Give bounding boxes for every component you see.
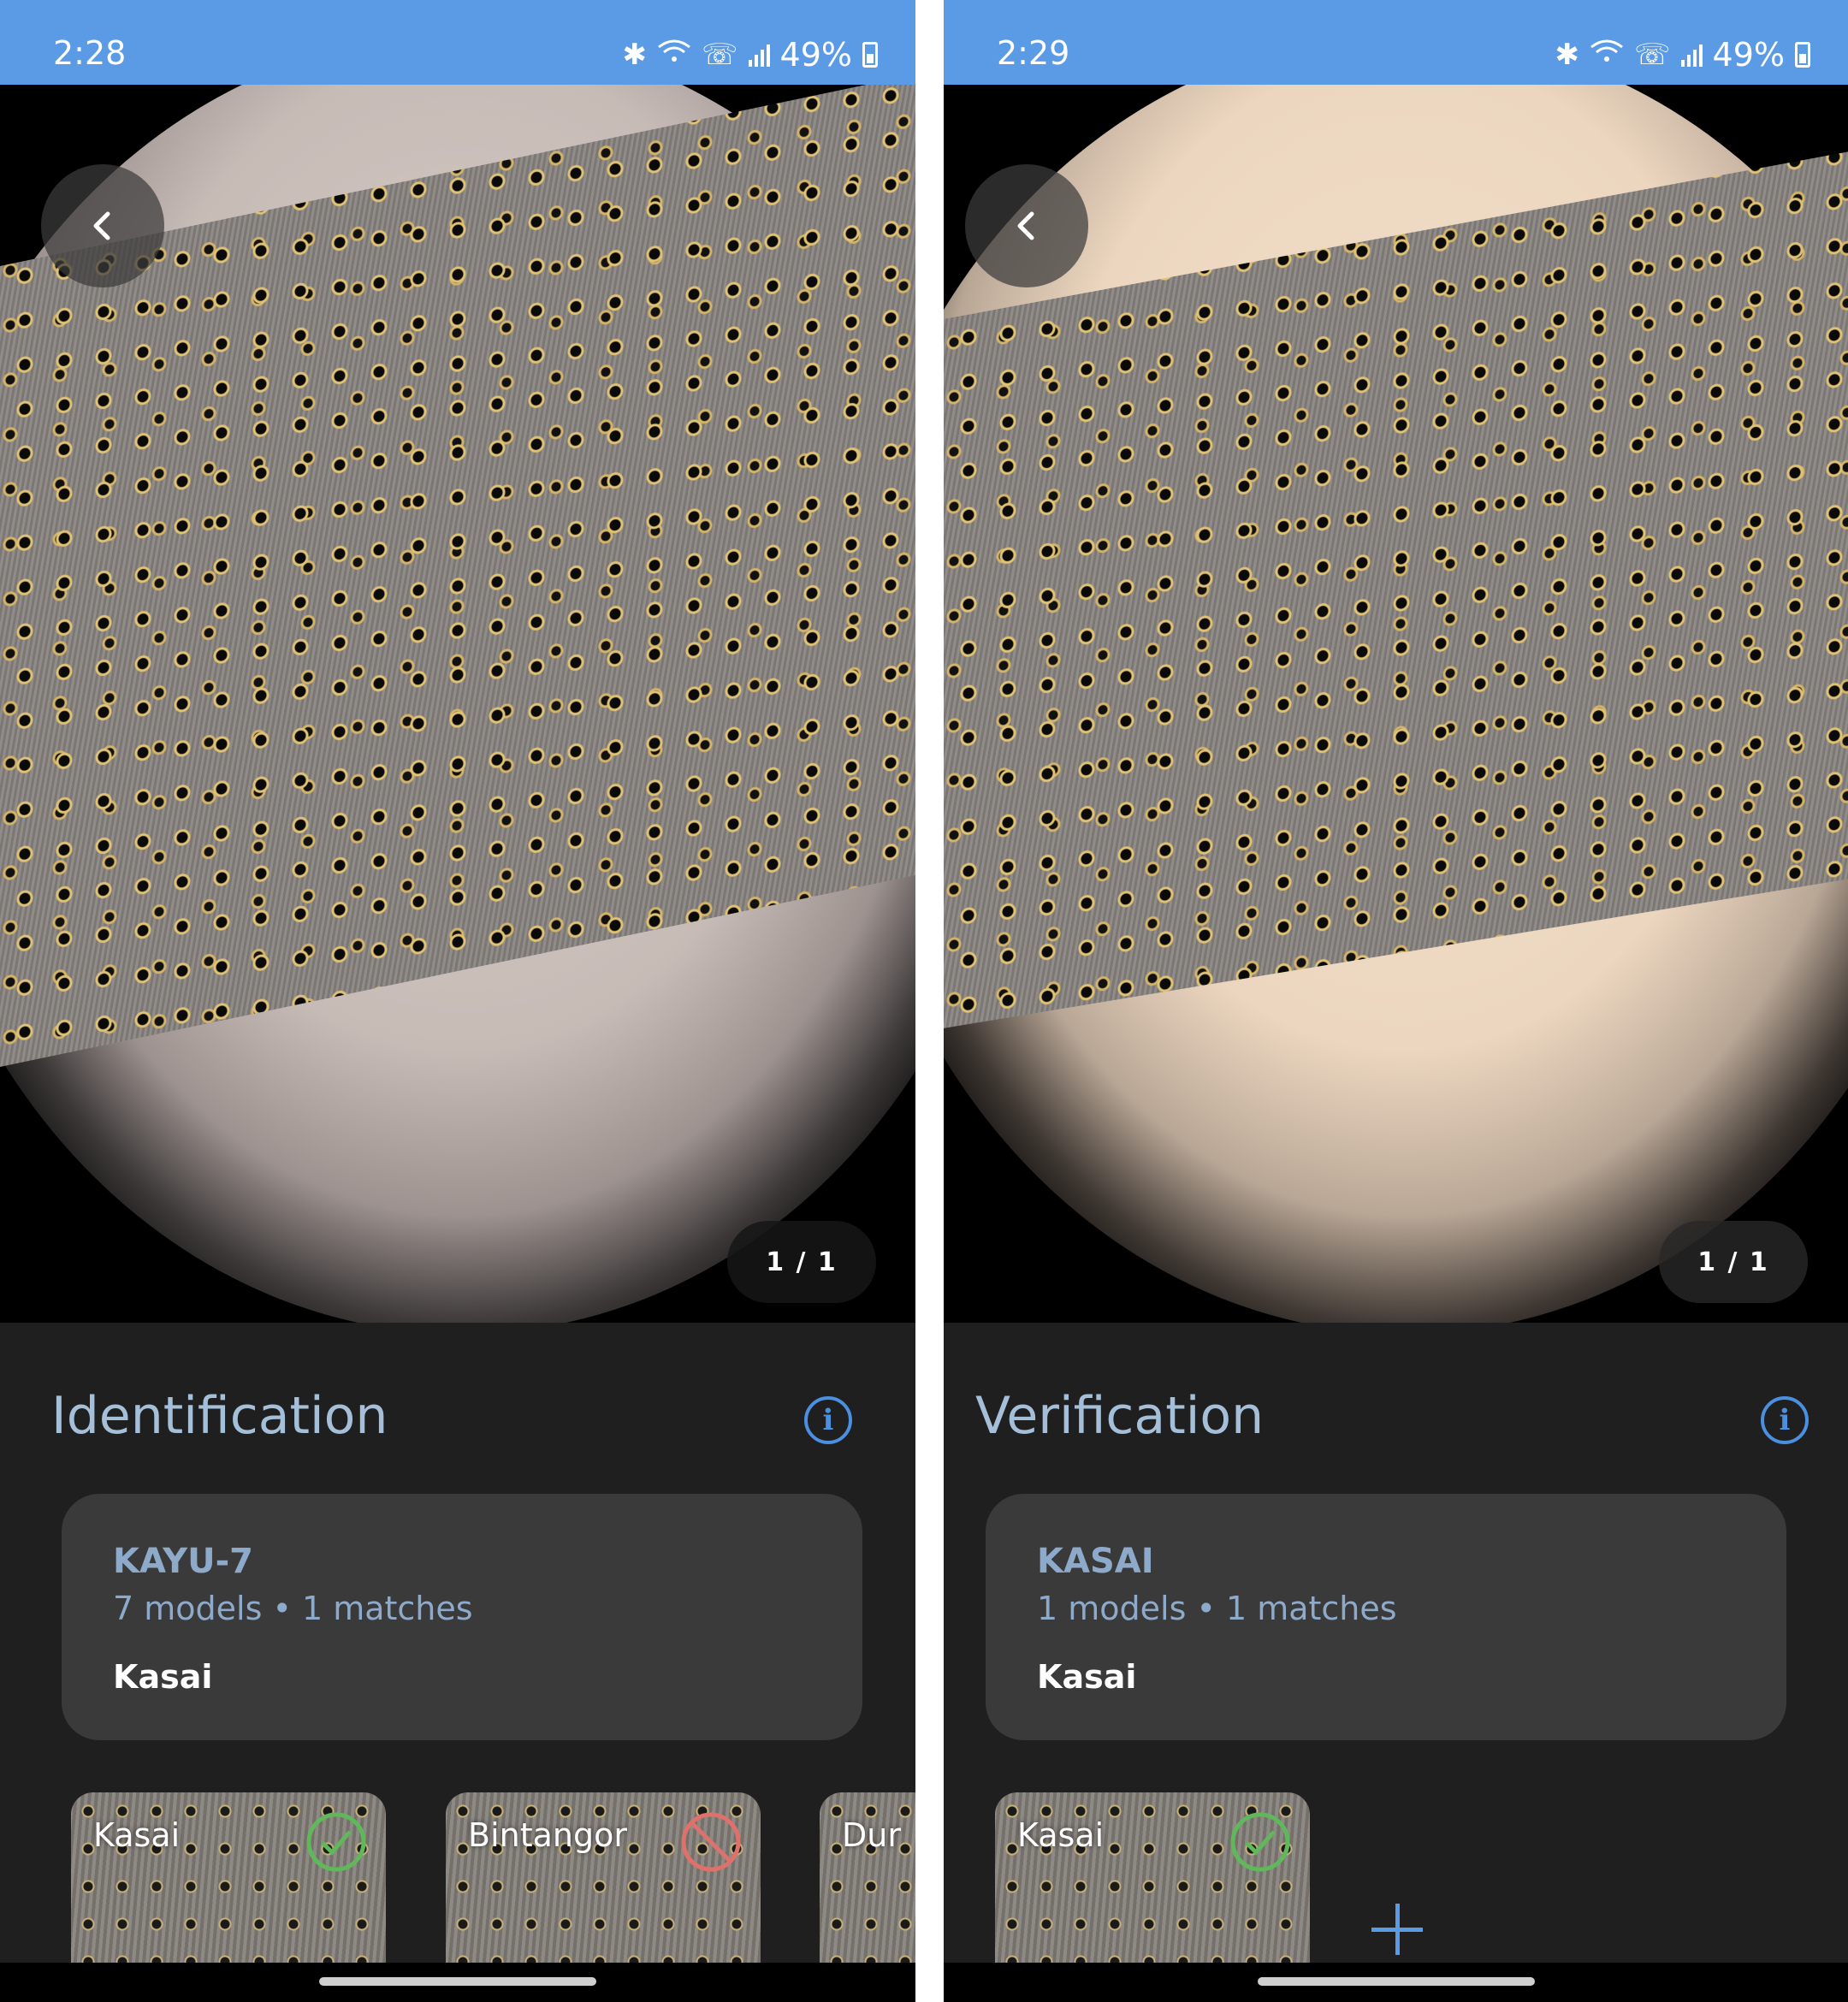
back-button[interactable] bbox=[965, 164, 1088, 287]
screen-verification: 2:29 ✱ ☏ 49% 1 / 1 Verification i KASAI … bbox=[944, 0, 1848, 2002]
back-button[interactable] bbox=[41, 164, 164, 287]
wifi-call-icon: ☏ bbox=[702, 38, 738, 72]
image-counter: 1 / 1 bbox=[727, 1221, 876, 1303]
wifi-icon bbox=[1590, 38, 1624, 72]
thumbnail-label: Bintangor bbox=[468, 1816, 627, 1854]
result-card[interactable]: KASAI 1 models • 1 matches Kasai bbox=[986, 1494, 1786, 1740]
nav-bar bbox=[944, 1963, 1848, 2002]
model-name: KASAI bbox=[1037, 1542, 1154, 1581]
signal-icon bbox=[1680, 43, 1703, 67]
thumbnail-label: Dur bbox=[842, 1816, 901, 1854]
check-circle-icon bbox=[306, 1812, 366, 1872]
chevron-left-icon bbox=[1017, 211, 1034, 240]
info-icon[interactable]: i bbox=[804, 1396, 852, 1444]
battery-percent: 49% bbox=[1712, 36, 1785, 74]
model-meta: 7 models • 1 matches bbox=[113, 1590, 473, 1627]
bluetooth-icon: ✱ bbox=[622, 38, 648, 72]
species-thumbnails: Kasai Bintangor Dur bbox=[0, 1792, 915, 1998]
result-species: Kasai bbox=[1037, 1658, 1137, 1696]
home-handle[interactable] bbox=[319, 1977, 596, 1986]
add-icon[interactable] bbox=[1371, 1904, 1423, 1955]
home-handle[interactable] bbox=[1257, 1977, 1535, 1986]
status-icons: ✱ ☏ 49% bbox=[622, 36, 878, 74]
nav-bar bbox=[0, 1963, 915, 2002]
sample-photo[interactable] bbox=[944, 85, 1848, 1323]
section-title: Identification bbox=[51, 1386, 388, 1446]
wifi-call-icon: ☏ bbox=[1634, 38, 1671, 72]
info-icon[interactable]: i bbox=[1761, 1396, 1809, 1444]
battery-icon bbox=[862, 42, 878, 68]
bluetooth-icon: ✱ bbox=[1555, 38, 1580, 72]
thumbnail-label: Kasai bbox=[1017, 1816, 1105, 1854]
status-bar: 2:29 ✱ ☏ 49% bbox=[944, 0, 1848, 85]
result-species: Kasai bbox=[113, 1658, 213, 1696]
chevron-left-icon bbox=[93, 211, 110, 240]
battery-percent: 49% bbox=[779, 36, 852, 74]
battery-icon bbox=[1795, 42, 1810, 68]
signal-icon bbox=[748, 43, 770, 67]
result-card[interactable]: KAYU-7 7 models • 1 matches Kasai bbox=[62, 1494, 862, 1740]
wifi-icon bbox=[657, 38, 691, 72]
status-time: 2:28 bbox=[53, 34, 127, 72]
status-icons: ✱ ☏ 49% bbox=[1555, 36, 1810, 74]
model-meta: 1 models • 1 matches bbox=[1037, 1590, 1397, 1627]
species-thumbnails: Kasai bbox=[944, 1792, 1848, 1998]
check-circle-icon bbox=[1230, 1812, 1290, 1872]
thumbnail-label: Kasai bbox=[93, 1816, 181, 1854]
status-bar: 2:28 ✱ ☏ 49% bbox=[0, 0, 915, 85]
screen-identification: 2:28 ✱ ☏ 49% 1 / 1 Identification i KAYU… bbox=[0, 0, 915, 2002]
section-title: Verification bbox=[975, 1386, 1265, 1446]
image-counter: 1 / 1 bbox=[1659, 1221, 1808, 1303]
status-time: 2:29 bbox=[997, 34, 1070, 72]
model-name: KAYU-7 bbox=[113, 1542, 254, 1581]
blocked-icon bbox=[681, 1812, 741, 1872]
